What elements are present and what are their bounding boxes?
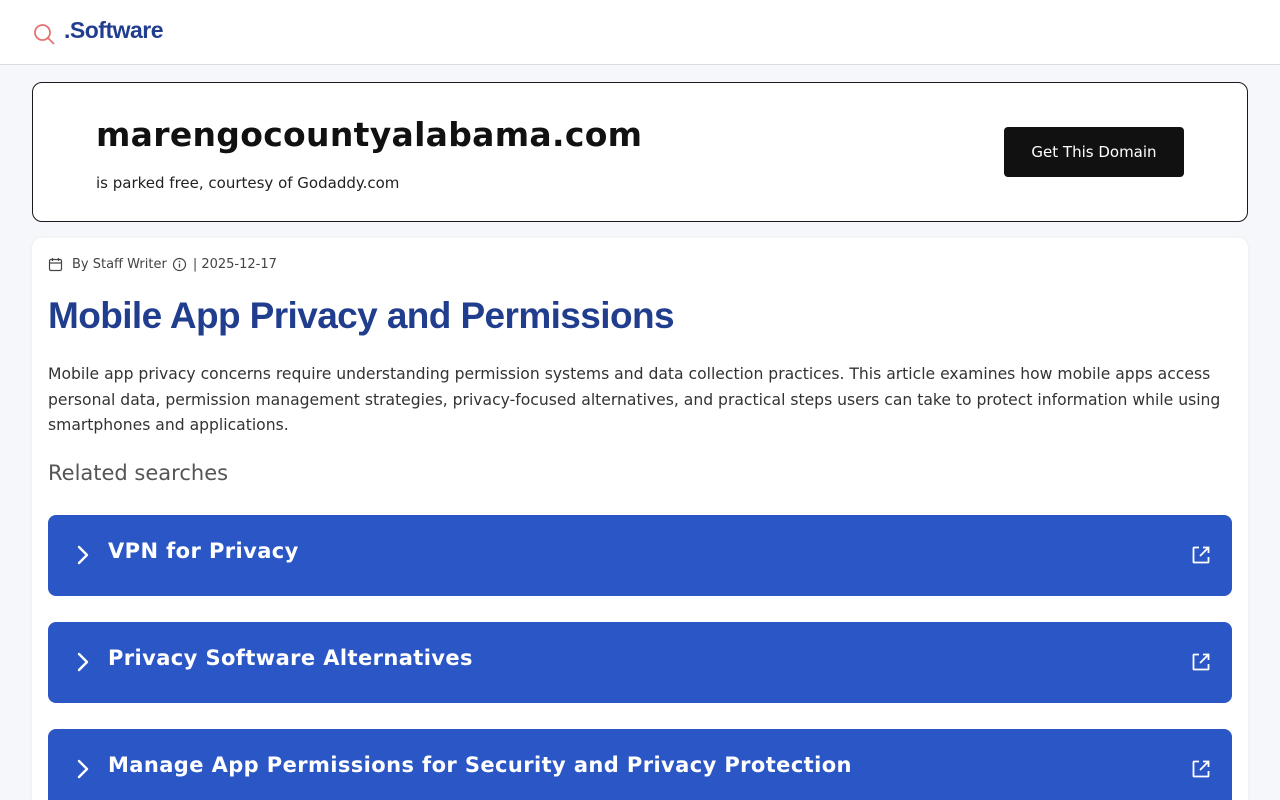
related-search-item[interactable]: VPN for Privacy — [48, 515, 1232, 596]
chevron-right-icon — [77, 545, 89, 565]
article-summary: Mobile app privacy concerns require unde… — [48, 365, 1221, 434]
search-icon[interactable] — [33, 23, 55, 45]
domain-banner: marengocountyalabama.com is parked free,… — [32, 82, 1248, 222]
related-searches-heading: Related searches — [48, 461, 229, 485]
article-date: | 2025-12-17 — [192, 256, 277, 272]
site-logo[interactable]: .Software — [64, 17, 164, 44]
external-link-icon — [1192, 546, 1210, 564]
article-meta: By Staff Writer | 2025-12-17 — [48, 255, 277, 273]
external-link-icon — [1192, 653, 1210, 671]
chevron-right-icon — [77, 652, 89, 672]
article-author: By Staff Writer — [72, 256, 167, 272]
related-search-label: VPN for Privacy — [108, 539, 299, 563]
calendar-icon — [48, 257, 63, 271]
related-search-label: Privacy Software Alternatives — [108, 646, 473, 670]
chevron-right-icon — [77, 759, 89, 779]
article-title: Mobile App Privacy and Permissions — [48, 295, 675, 336]
top-bar: .Software — [0, 0, 1280, 65]
info-icon[interactable] — [172, 257, 187, 272]
related-search-label: Manage App Permissions for Security and … — [108, 753, 852, 777]
article-card: By Staff Writer | 2025-12-17 Mobile App … — [32, 238, 1248, 800]
domain-subtitle: is parked free, courtesy of Godaddy.com — [96, 174, 400, 192]
domain-name: marengocountyalabama.com — [96, 115, 643, 154]
external-link-icon — [1192, 760, 1210, 778]
get-domain-button[interactable]: Get This Domain — [1004, 127, 1184, 177]
related-search-item[interactable]: Manage App Permissions for Security and … — [48, 729, 1232, 800]
related-search-item[interactable]: Privacy Software Alternatives — [48, 622, 1232, 703]
